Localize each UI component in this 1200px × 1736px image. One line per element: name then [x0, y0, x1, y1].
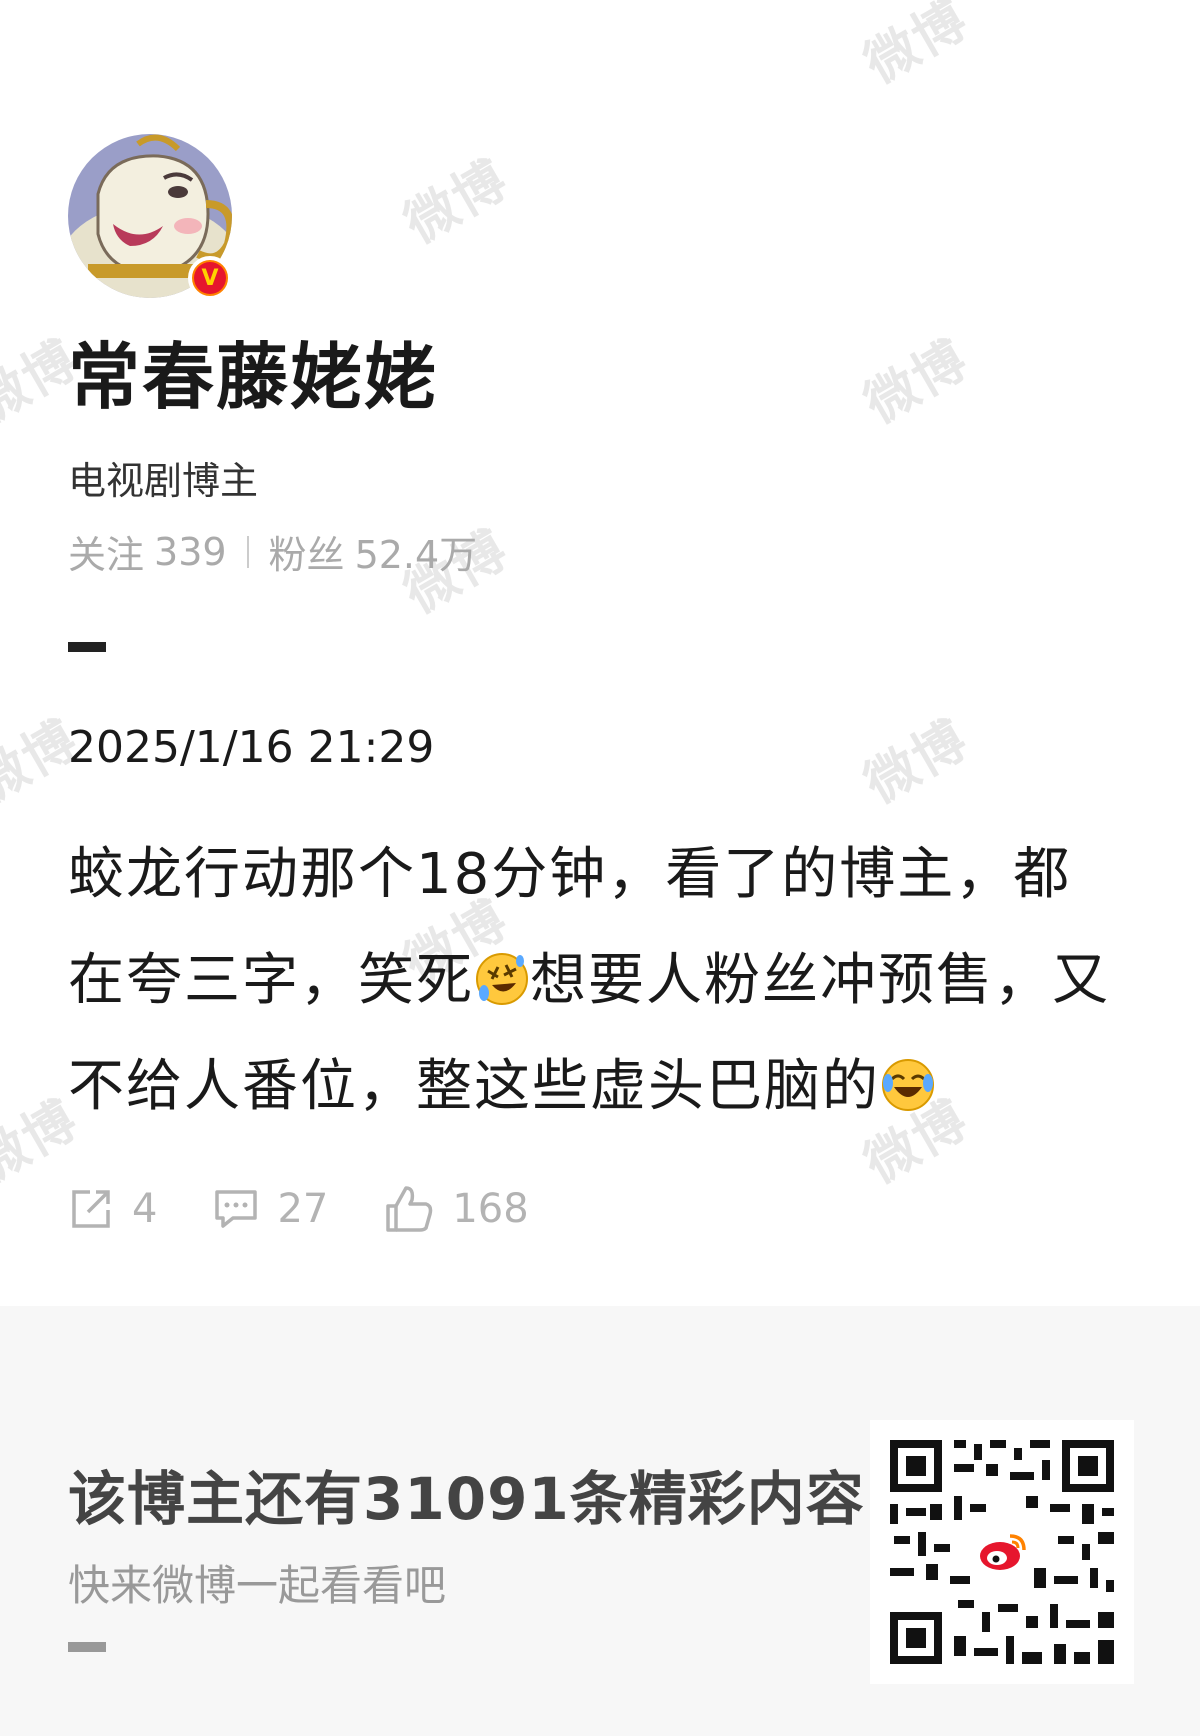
crying-laugh-emoji-icon — [882, 1059, 934, 1111]
following-label[interactable]: 关注 — [68, 524, 144, 579]
comment-icon — [215, 1190, 258, 1228]
profile-stats: 关注 339 粉丝 52.4万 — [68, 524, 477, 579]
following-count[interactable]: 339 — [154, 530, 227, 574]
comment-count: 27 — [277, 1186, 329, 1232]
verified-badge-icon: V — [188, 256, 232, 300]
weibo-qr-code-icon — [870, 1420, 1134, 1684]
post-content: 蛟龙行动那个18分钟，看了的博主，都在夸三字，笑死 想要人粉丝冲预售，又不给人番… — [68, 822, 1128, 1140]
like-count: 168 — [452, 1186, 529, 1232]
watermark: 微博 — [854, 709, 979, 816]
post-actions: 4 27 168 — [68, 1184, 585, 1234]
repost-count: 4 — [132, 1186, 158, 1232]
repost-icon — [72, 1190, 110, 1228]
promo-title: 该博主还有31091条精彩内容 — [68, 1465, 865, 1533]
post-time: 2025/1/16 21:29 — [68, 722, 435, 773]
watermark: 微博 — [854, 0, 979, 96]
repost-button[interactable]: 4 — [68, 1186, 157, 1232]
watermark: 微博 — [394, 149, 519, 256]
profile-role: 电视剧博主 — [68, 459, 259, 503]
section-divider — [68, 642, 106, 652]
divider — [246, 535, 249, 568]
app-promo-footer: 该博主还有31091条精彩内容 快来微博一起看看吧 — [0, 1306, 1200, 1736]
qr-code[interactable] — [870, 1420, 1134, 1684]
profile-name[interactable]: 常春藤姥姥 — [68, 318, 438, 423]
footer-divider — [68, 1642, 106, 1652]
comment-button[interactable]: 27 — [213, 1186, 328, 1232]
thumbs-up-icon — [386, 1186, 433, 1232]
followers-count[interactable]: 52.4万 — [355, 524, 478, 579]
followers-label[interactable]: 粉丝 — [269, 524, 345, 579]
like-button[interactable]: 168 — [384, 1184, 529, 1234]
rofl-emoji-icon — [476, 953, 528, 1005]
watermark: 微博 — [854, 329, 979, 436]
promo-subtitle: 快来微博一起看看吧 — [68, 1561, 447, 1610]
